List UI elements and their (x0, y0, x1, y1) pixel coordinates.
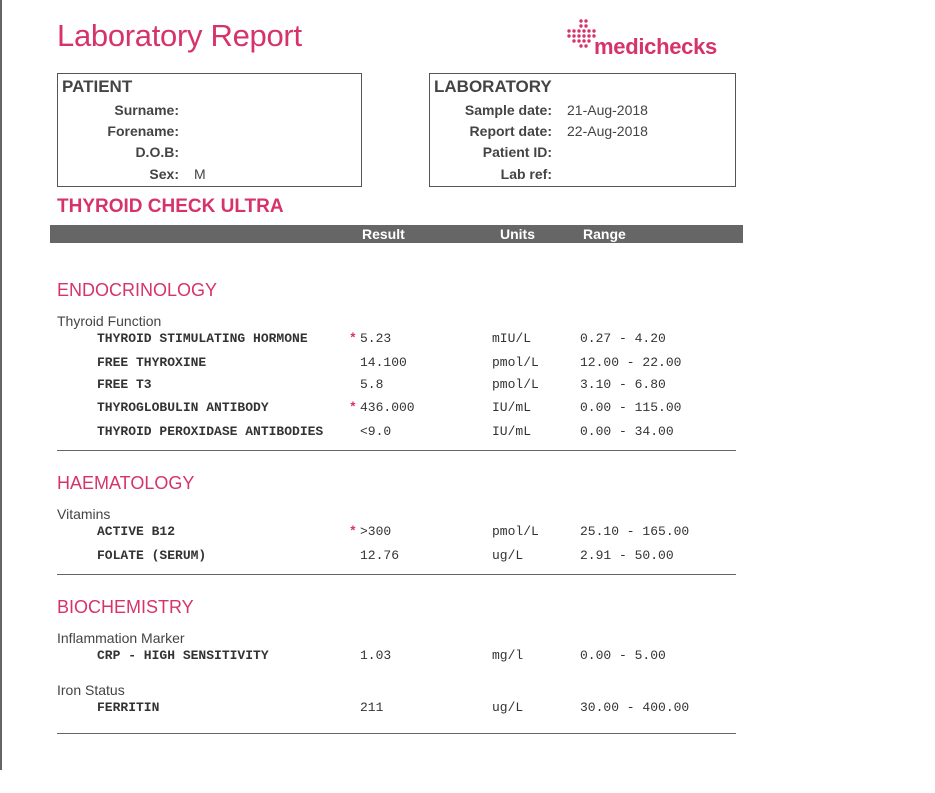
column-header-range: Range (583, 226, 626, 242)
reference-range: 0.00 - 115.00 (580, 400, 682, 415)
units: mIU/L (492, 331, 532, 346)
units: IU/mL (492, 400, 532, 415)
abnormal-flag: * (349, 524, 357, 539)
result-value: 5.8 (360, 377, 384, 392)
patient-field-dob: D.O.B: (58, 144, 361, 162)
patient-box-title: PATIENT (62, 77, 133, 96)
test-name: THYROID STIMULATING HORMONE (97, 331, 308, 346)
result-value: >300 (360, 524, 392, 539)
group-thyroid-function: Thyroid Function (57, 313, 162, 329)
result-row: THYROID PEROXIDASE ANTIBODIES <9.0 IU/mL… (0, 424, 935, 442)
field-label: D.O.B: (135, 144, 179, 160)
field-label: Lab ref: (500, 166, 552, 182)
group-vitamins: Vitamins (57, 506, 111, 522)
lab-field-report-date: Report date: 22-Aug-2018 (430, 123, 735, 141)
result-value: 14.100 (360, 355, 407, 370)
field-value: 21-Aug-2018 (567, 102, 648, 118)
result-row: FREE T3 5.8 pmol/L 3.10 - 6.80 (0, 377, 935, 395)
section-biochemistry: BIOCHEMISTRY (57, 597, 194, 617)
reference-range: 3.10 - 6.80 (580, 377, 666, 392)
result-value: 5.23 (360, 331, 392, 346)
test-name: CRP - HIGH SENSITIVITY (97, 648, 269, 663)
laboratory-box-title: LABORATORY (434, 77, 552, 96)
field-label: Sex: (149, 166, 179, 182)
patient-field-surname: Surname: (58, 102, 361, 120)
lab-field-patient-id: Patient ID: (430, 144, 735, 162)
field-value: 22-Aug-2018 (567, 123, 648, 139)
test-name: THYROID PEROXIDASE ANTIBODIES (97, 424, 324, 439)
result-value: 211 (360, 700, 384, 715)
result-value: 12.76 (360, 548, 400, 563)
result-value: <9.0 (360, 424, 392, 439)
patient-field-forename: Forename: (58, 123, 361, 141)
result-row: ACTIVE B12 * >300 pmol/L 25.10 - 165.00 (0, 524, 935, 542)
reference-range: 2.91 - 50.00 (580, 548, 674, 563)
test-name: ACTIVE B12 (97, 524, 176, 539)
section-haematology: HAEMATOLOGY (57, 473, 195, 493)
result-row: FREE THYROXINE 14.100 pmol/L 12.00 - 22.… (0, 355, 935, 373)
field-label: Report date: (469, 123, 552, 139)
result-value: 436.000 (360, 400, 415, 415)
reference-range: 12.00 - 22.00 (580, 355, 682, 370)
column-header-result: Result (362, 226, 405, 242)
lab-field-sample-date: Sample date: 21-Aug-2018 (430, 102, 735, 120)
medichecks-logo: medichecks (566, 16, 736, 62)
abnormal-flag: * (349, 331, 357, 346)
results-table-header: Result Units Range (50, 225, 743, 243)
section-endocrinology: ENDOCRINOLOGY (57, 280, 218, 300)
report-title: Laboratory Report (57, 18, 302, 53)
test-name: FREE T3 (97, 377, 152, 392)
units: ug/L (492, 700, 524, 715)
group-inflammation-marker: Inflammation Marker (57, 630, 185, 646)
result-row: FERRITIN 211 ug/L 30.00 - 400.00 (0, 700, 935, 718)
section-divider (57, 574, 736, 575)
reference-range: 0.00 - 5.00 (580, 648, 666, 663)
units: mg/l (492, 648, 524, 663)
group-iron-status: Iron Status (57, 682, 125, 698)
field-label: Surname: (114, 102, 179, 118)
units: ug/L (492, 548, 524, 563)
field-label: Sample date: (464, 102, 552, 118)
field-label: Forename: (107, 123, 179, 139)
logo-text-checks: checks (644, 34, 717, 59)
test-name: THYROGLOBULIN ANTIBODY (97, 400, 269, 415)
panel-title: THYROID CHECK ULTRA (57, 196, 284, 217)
column-header-units: Units (500, 226, 535, 242)
section-divider (57, 733, 736, 734)
test-name: FREE THYROXINE (97, 355, 207, 370)
patient-field-sex: Sex: M (58, 166, 361, 184)
reference-range: 0.27 - 4.20 (580, 331, 666, 346)
test-name: FOLATE (SERUM) (97, 548, 207, 563)
units: pmol/L (492, 355, 539, 370)
laboratory-box: LABORATORY Sample date: 21-Aug-2018 Repo… (429, 73, 736, 187)
patient-box: PATIENT Surname: Forename: D.O.B: Sex: M (57, 73, 362, 187)
units: IU/mL (492, 424, 532, 439)
lab-field-lab-ref: Lab ref: (430, 166, 735, 184)
section-divider (57, 450, 736, 451)
units: pmol/L (492, 377, 539, 392)
field-label: Patient ID: (482, 144, 552, 160)
reference-range: 25.10 - 165.00 (580, 524, 690, 539)
result-row: CRP - HIGH SENSITIVITY 1.03 mg/l 0.00 - … (0, 648, 935, 666)
field-value: M (194, 166, 206, 182)
logo-dots-icon (567, 19, 596, 48)
test-name: FERRITIN (97, 700, 160, 715)
result-row: FOLATE (SERUM) 12.76 ug/L 2.91 - 50.00 (0, 548, 935, 566)
logo-text: medichecks (594, 34, 717, 60)
result-row: THYROGLOBULIN ANTIBODY * 436.000 IU/mL 0… (0, 400, 935, 418)
logo-text-medi: medi (594, 34, 645, 59)
reference-range: 30.00 - 400.00 (580, 700, 690, 715)
result-value: 1.03 (360, 648, 392, 663)
result-row: THYROID STIMULATING HORMONE * 5.23 mIU/L… (0, 331, 935, 349)
reference-range: 0.00 - 34.00 (580, 424, 674, 439)
units: pmol/L (492, 524, 539, 539)
abnormal-flag: * (349, 400, 357, 415)
